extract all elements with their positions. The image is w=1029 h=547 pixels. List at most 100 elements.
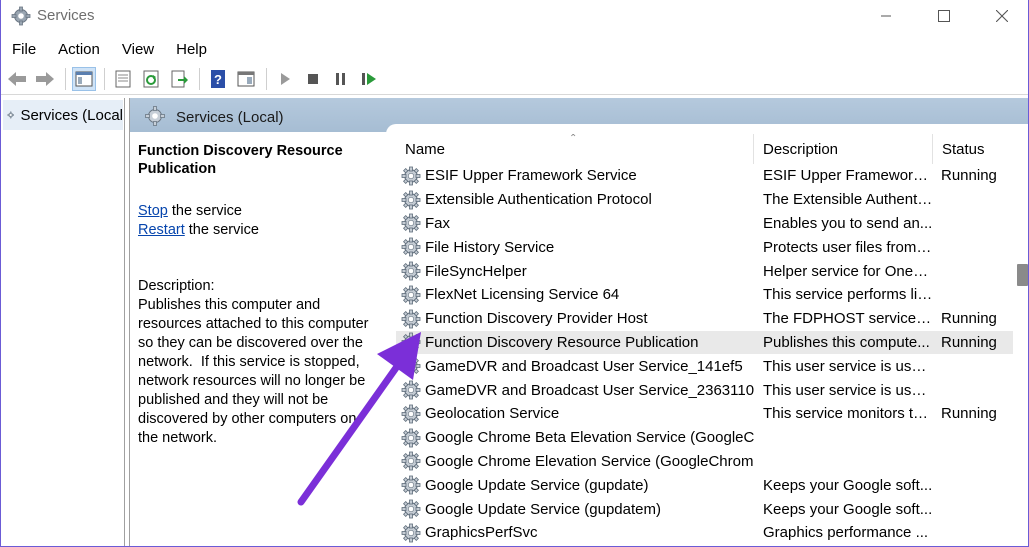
restart-service-link[interactable]: Restart bbox=[138, 222, 185, 238]
service-name-cell: File History Service bbox=[396, 236, 754, 258]
forward-icon[interactable] bbox=[33, 67, 57, 91]
restart-suffix: the service bbox=[184, 222, 259, 238]
title-bar[interactable]: Services bbox=[1, 0, 1028, 34]
service-name: Extensible Authentication Protocol bbox=[425, 191, 652, 209]
menu-action[interactable]: Action bbox=[47, 36, 111, 62]
service-description: Keeps your Google soft... bbox=[763, 500, 933, 518]
service-row[interactable]: Google Update Service (gupdate) Keeps you… bbox=[396, 473, 1013, 497]
window-title: Services bbox=[37, 7, 95, 24]
toolbar-separator bbox=[65, 67, 66, 90]
pause-service-icon[interactable] bbox=[329, 67, 353, 91]
back-icon[interactable] bbox=[5, 67, 29, 91]
stop-service-icon[interactable] bbox=[301, 67, 325, 91]
service-row[interactable]: Google Update Service (gupdatem) Keeps yo… bbox=[396, 497, 1013, 521]
column-header-status-label: Status bbox=[942, 141, 985, 158]
column-header-name-label: Name bbox=[405, 141, 446, 158]
service-gear-icon bbox=[401, 309, 421, 329]
service-name: FileSyncHelper bbox=[425, 262, 527, 280]
service-description: Keeps your Google soft... bbox=[763, 476, 933, 494]
services-pane: Services (Local) Function Discovery Reso… bbox=[129, 98, 1028, 546]
service-name: FlexNet Licensing Service 64 bbox=[425, 286, 620, 304]
toolbar-separator bbox=[199, 67, 200, 90]
menu-file[interactable]: File bbox=[1, 36, 47, 62]
scrollbar-thumb[interactable] bbox=[1017, 264, 1028, 286]
service-name-cell: FlexNet Licensing Service 64 bbox=[396, 284, 754, 306]
menu-help[interactable]: Help bbox=[165, 36, 218, 62]
close-icon[interactable] bbox=[973, 0, 1028, 32]
column-header-description[interactable]: Description bbox=[754, 134, 933, 164]
service-gear-icon bbox=[401, 380, 421, 400]
service-description: Protects user files from ... bbox=[763, 238, 933, 256]
service-row[interactable]: Fax Enables you to send an... bbox=[396, 212, 1013, 236]
tree-node-services-local[interactable]: Services (Local bbox=[3, 100, 123, 130]
column-header-name[interactable]: ⌃ Name bbox=[396, 134, 754, 164]
selected-service-title: Function Discovery Resource Publication bbox=[138, 143, 343, 177]
stop-service-link[interactable]: Stop bbox=[138, 203, 168, 219]
service-row[interactable]: Function Discovery Resource Publication P… bbox=[396, 330, 1013, 355]
service-name: Google Update Service (gupdatem) bbox=[425, 500, 661, 518]
show-hide-console-tree-icon[interactable] bbox=[72, 66, 96, 91]
services-window: Services File Action View Help ? Service… bbox=[0, 0, 1029, 547]
maximize-icon[interactable] bbox=[915, 0, 973, 32]
service-row[interactable]: Function Discovery Provider Host The FDPH… bbox=[396, 307, 1013, 331]
console-tree-icon[interactable] bbox=[234, 67, 258, 91]
menu-bar: File Action View Help bbox=[1, 36, 1028, 62]
tree-node-label: Services (Local bbox=[20, 106, 123, 124]
service-description: Publishes this compute... bbox=[763, 333, 930, 351]
service-row[interactable]: Google Chrome Beta Elevation Service (Go… bbox=[396, 426, 1013, 450]
vertical-scrollbar[interactable] bbox=[1014, 134, 1028, 546]
start-service-icon[interactable] bbox=[273, 67, 297, 91]
service-row[interactable]: GameDVR and Broadcast User Service_141ef… bbox=[396, 354, 1013, 378]
refresh-icon[interactable] bbox=[139, 67, 163, 91]
service-gear-icon bbox=[401, 333, 421, 352]
services-gear-icon bbox=[7, 111, 15, 119]
restart-action-line: Restart the service bbox=[138, 221, 380, 240]
service-row[interactable]: File History Service Protects user files … bbox=[396, 235, 1013, 259]
service-row[interactable]: Geolocation Service This service monitors… bbox=[396, 402, 1013, 426]
service-name: Google Chrome Beta Elevation Service (Go… bbox=[425, 429, 754, 447]
service-name: Geolocation Service bbox=[425, 405, 560, 423]
service-rows: ESIF Upper Framework Service ESIF Upper F… bbox=[396, 164, 1013, 545]
service-name: Function Discovery Resource Publication bbox=[425, 333, 699, 351]
service-description: The Extensible Authenti... bbox=[763, 191, 933, 209]
stop-action-line: Stop the service bbox=[138, 202, 380, 221]
service-actions: Stop the service Restart the service bbox=[138, 202, 380, 240]
pane-title: Services (Local) bbox=[176, 109, 284, 126]
service-gear-icon bbox=[401, 404, 421, 424]
service-row[interactable]: ESIF Upper Framework Service ESIF Upper F… bbox=[396, 164, 1013, 188]
service-name: Fax bbox=[425, 214, 451, 232]
service-description: The FDPHOST service h... bbox=[763, 310, 933, 328]
service-gear-icon bbox=[401, 356, 421, 376]
toolbar-separator bbox=[266, 67, 267, 90]
service-status: Running bbox=[941, 167, 997, 185]
service-gear-icon bbox=[401, 190, 421, 210]
service-row[interactable]: Extensible Authentication Protocol The Ex… bbox=[396, 188, 1013, 212]
service-name: Function Discovery Provider Host bbox=[425, 310, 648, 328]
service-name-cell: Geolocation Service bbox=[396, 403, 754, 425]
resume-service-icon[interactable] bbox=[357, 67, 381, 91]
help-icon[interactable]: ? bbox=[206, 67, 230, 91]
toolbar-separator bbox=[104, 67, 105, 90]
export-list-icon[interactable] bbox=[167, 67, 191, 91]
service-name: GameDVR and Broadcast User Service_141ef… bbox=[425, 357, 743, 375]
service-row[interactable]: Google Chrome Elevation Service (GoogleC… bbox=[396, 450, 1013, 474]
service-description: This user service is used... bbox=[763, 381, 933, 399]
sort-ascending-icon: ⌃ bbox=[569, 134, 578, 144]
toolbar: ? bbox=[1, 63, 1028, 95]
service-name-cell: ESIF Upper Framework Service bbox=[396, 165, 754, 187]
service-row[interactable]: FileSyncHelper Helper service for OneD... bbox=[396, 259, 1013, 283]
service-name: Google Chrome Elevation Service (GoogleC… bbox=[425, 452, 754, 470]
service-row[interactable]: GraphicsPerfSvc Graphics performance ... bbox=[396, 521, 1013, 545]
service-description: This service monitors th... bbox=[763, 405, 933, 423]
stop-suffix: the service bbox=[167, 203, 242, 219]
properties-icon[interactable] bbox=[111, 67, 135, 91]
service-row[interactable]: GameDVR and Broadcast User Service_23631… bbox=[396, 378, 1013, 402]
service-name: Google Update Service (gupdate) bbox=[425, 476, 649, 494]
service-row[interactable]: FlexNet Licensing Service 64 This service… bbox=[396, 283, 1013, 307]
menu-view[interactable]: View bbox=[111, 36, 165, 62]
minimize-icon[interactable] bbox=[857, 0, 915, 32]
svg-text:?: ? bbox=[214, 72, 222, 87]
service-name-cell: Function Discovery Provider Host bbox=[396, 308, 754, 330]
column-header-status[interactable]: Status bbox=[933, 134, 1013, 164]
service-name-cell: Google Update Service (gupdatem) bbox=[396, 498, 754, 520]
